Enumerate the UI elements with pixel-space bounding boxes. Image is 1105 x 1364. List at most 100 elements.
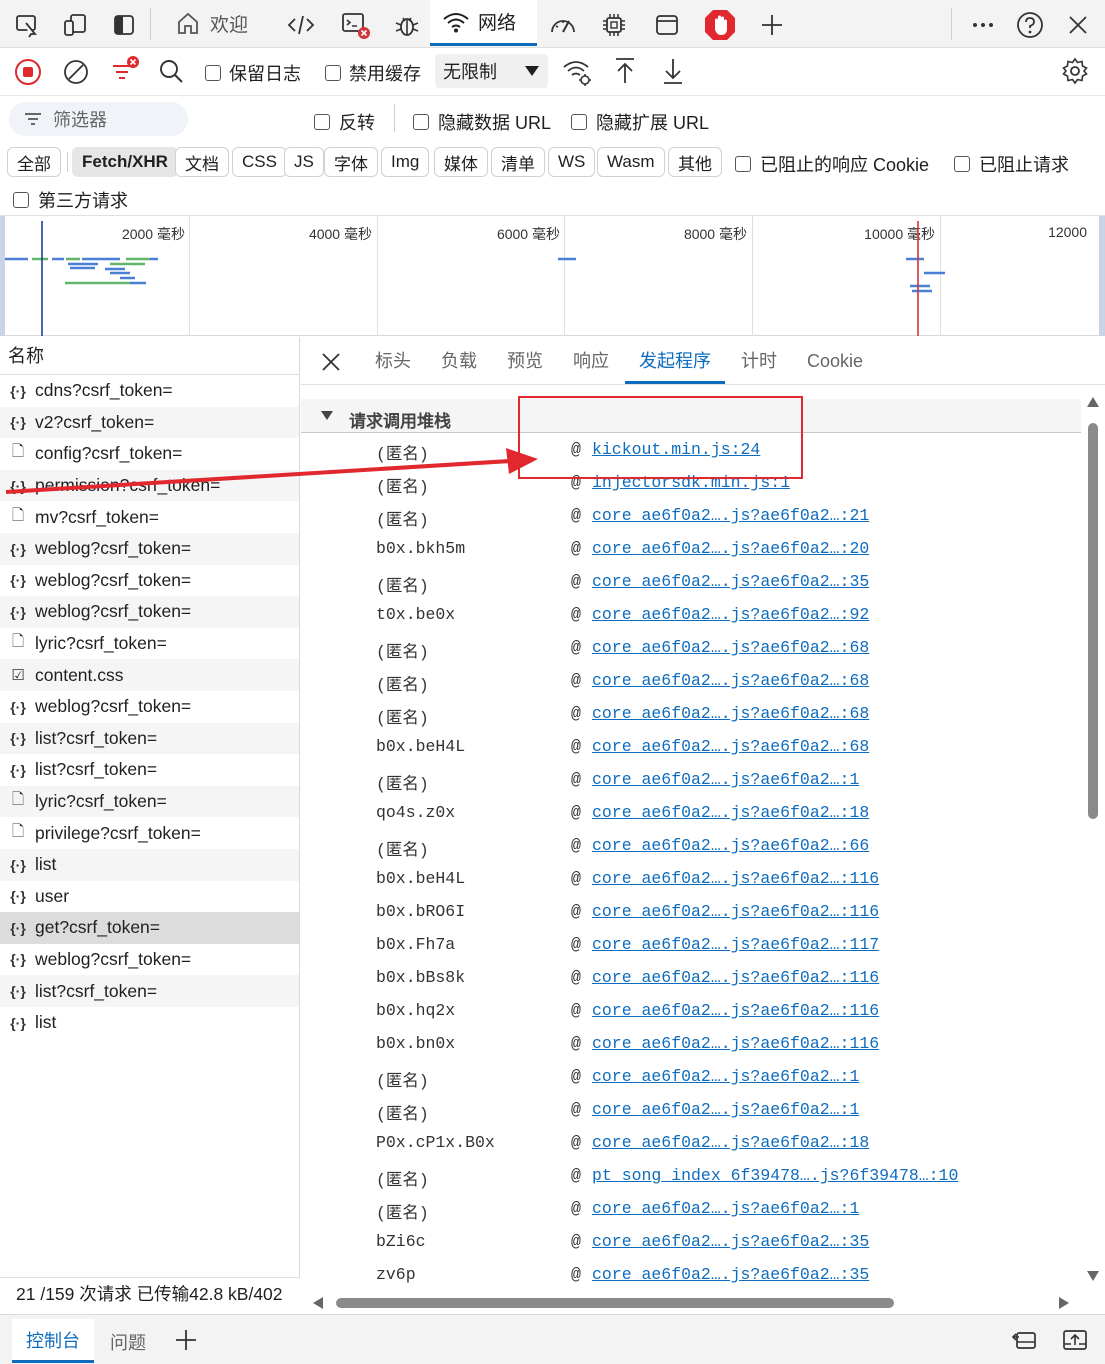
request-row[interactable]: {·} weblog?csrf_token= xyxy=(0,944,299,976)
request-row[interactable]: {·} cdns?csrf_token= xyxy=(0,375,299,407)
type-filter-other[interactable]: 其他 xyxy=(668,147,722,177)
third-party-checkbox[interactable]: 第三方请求 xyxy=(13,187,128,213)
tab-timing[interactable]: 计时 xyxy=(741,337,777,384)
type-filter-img[interactable]: Img xyxy=(381,147,430,177)
request-row[interactable]: 🗋 mv?csrf_token= xyxy=(0,501,299,533)
request-row[interactable]: {·} weblog?csrf_token= xyxy=(0,565,299,597)
call-stack-section-header[interactable]: 请求调用堆栈 xyxy=(301,399,1081,433)
frame-source-link[interactable]: core_ae6f0a2….js?ae6f0a2…:116 xyxy=(592,902,879,921)
network-settings-gear-icon[interactable] xyxy=(1060,56,1090,86)
request-row[interactable]: 🗋 lyric?csrf_token= xyxy=(0,628,299,660)
close-detail-icon[interactable] xyxy=(320,351,342,373)
hide-ext-url-checkbox[interactable]: 隐藏扩展 URL xyxy=(571,109,709,135)
type-filter-css[interactable]: CSS xyxy=(232,147,287,177)
invert-checkbox[interactable]: 反转 xyxy=(314,109,375,135)
disable-cache-checkbox[interactable]: 禁用缓存 xyxy=(325,60,421,86)
request-row[interactable]: 🗋 config?csrf_token= xyxy=(0,438,299,470)
request-row[interactable]: {·} list xyxy=(0,1007,299,1039)
frame-source-link[interactable]: core_ae6f0a2….js?ae6f0a2…:68 xyxy=(592,704,869,723)
memory-icon[interactable] xyxy=(597,8,631,42)
frame-source-link[interactable]: core_ae6f0a2….js?ae6f0a2…:92 xyxy=(592,605,869,624)
scroll-down-arrow-icon[interactable] xyxy=(1087,1271,1099,1281)
clear-log-icon[interactable] xyxy=(61,57,91,87)
frame-source-link[interactable]: core_ae6f0a2….js?ae6f0a2…:1 xyxy=(592,1067,859,1086)
hide-ext-url-box[interactable] xyxy=(571,114,587,130)
hide-data-url-box[interactable] xyxy=(413,114,429,130)
record-stop-icon[interactable] xyxy=(13,57,43,87)
type-filter-ws[interactable]: WS xyxy=(548,147,596,177)
frame-source-link[interactable]: core_ae6f0a2….js?ae6f0a2…:1 xyxy=(592,1100,859,1119)
close-devtools-icon[interactable] xyxy=(1061,8,1095,42)
name-column-header[interactable]: 名称 xyxy=(0,337,299,375)
request-row[interactable]: {·} list?csrf_token= xyxy=(0,975,299,1007)
import-har-icon[interactable] xyxy=(611,56,639,86)
frame-source-link[interactable]: core_ae6f0a2….js?ae6f0a2…:35 xyxy=(592,572,869,591)
scroll-up-arrow-icon[interactable] xyxy=(1087,397,1099,407)
preserve-log-box[interactable] xyxy=(205,65,221,81)
adblock-hand-icon[interactable] xyxy=(703,8,737,42)
request-row[interactable]: {·} get?csrf_token= xyxy=(0,912,299,944)
tab-headers[interactable]: 标头 xyxy=(375,337,411,384)
request-row[interactable]: {·} list?csrf_token= xyxy=(0,754,299,786)
request-row[interactable]: {·} user xyxy=(0,881,299,913)
frame-source-link[interactable]: injectorsdk.min.js:1 xyxy=(592,473,790,492)
blocked-cookies-box[interactable] xyxy=(735,156,751,172)
blocked-requests-box[interactable] xyxy=(954,156,970,172)
application-icon[interactable] xyxy=(650,8,684,42)
expand-drawer-icon[interactable] xyxy=(1061,1327,1089,1353)
third-party-box[interactable] xyxy=(13,192,29,208)
hide-data-url-checkbox[interactable]: 隐藏数据 URL xyxy=(413,109,551,135)
throttling-select[interactable]: 无限制 xyxy=(435,54,548,88)
filter-toggle-icon[interactable] xyxy=(107,54,141,88)
tab-welcome[interactable]: 欢迎 xyxy=(168,0,254,46)
frame-source-link[interactable]: core_ae6f0a2….js?ae6f0a2…:1 xyxy=(592,1199,859,1218)
disable-cache-box[interactable] xyxy=(325,65,341,81)
request-row[interactable]: {·} list?csrf_token= xyxy=(0,722,299,755)
sources-bug-icon[interactable] xyxy=(390,8,424,42)
preserve-log-checkbox[interactable]: 保留日志 xyxy=(205,60,301,86)
filter-input[interactable]: 筛选器 xyxy=(9,102,188,136)
horizontal-scroll-thumb[interactable] xyxy=(336,1298,894,1308)
inspect-element-icon[interactable] xyxy=(10,8,44,42)
frame-source-link[interactable]: core_ae6f0a2….js?ae6f0a2…:35 xyxy=(592,1265,869,1284)
performance-icon[interactable] xyxy=(546,8,580,42)
frame-source-link[interactable]: core_ae6f0a2….js?ae6f0a2…:68 xyxy=(592,737,869,756)
tab-payload[interactable]: 负载 xyxy=(441,337,477,384)
add-tool-icon[interactable] xyxy=(755,8,789,42)
request-row[interactable]: 🗋 privilege?csrf_token= xyxy=(0,817,299,849)
request-row[interactable]: {·} weblog?csrf_token= xyxy=(0,532,299,565)
drawer-add-tab-icon[interactable] xyxy=(174,1328,198,1352)
frame-source-link[interactable]: pt_song_index_6f39478….js?6f39478…:10 xyxy=(592,1166,958,1185)
scroll-right-arrow-icon[interactable] xyxy=(1059,1297,1069,1309)
type-filter-fetch-xhr[interactable]: Fetch/XHR xyxy=(72,147,178,177)
request-row[interactable]: 🗋 lyric?csrf_token= xyxy=(0,785,299,818)
tab-preview[interactable]: 预览 xyxy=(507,337,543,384)
drawer-tab-console[interactable]: 控制台 xyxy=(12,1319,94,1363)
request-row[interactable]: ☑ content.css xyxy=(0,659,299,691)
dock-drawer-icon[interactable] xyxy=(1011,1327,1039,1353)
type-filter-media[interactable]: 媒体 xyxy=(434,147,488,177)
vertical-scrollbar[interactable] xyxy=(1081,395,1105,1315)
console-icon[interactable] xyxy=(338,8,372,42)
tab-response[interactable]: 响应 xyxy=(573,337,609,384)
blocked-cookies-checkbox[interactable]: 已阻止的响应 Cookie xyxy=(735,151,929,177)
network-overview[interactable]: 2000 毫秒 4000 毫秒 6000 毫秒 8000 毫秒 10000 毫秒… xyxy=(0,216,1105,336)
type-filter-wasm[interactable]: Wasm xyxy=(597,147,665,177)
type-filter-doc[interactable]: 文档 xyxy=(175,147,229,177)
tab-network[interactable]: 网络 xyxy=(430,0,537,46)
request-row[interactable]: {·} weblog?csrf_token= xyxy=(0,596,299,628)
help-icon[interactable] xyxy=(1013,8,1047,42)
tab-cookies[interactable]: Cookie xyxy=(807,337,863,384)
elements-icon[interactable] xyxy=(284,8,318,42)
frame-source-link[interactable]: core_ae6f0a2….js?ae6f0a2…:116 xyxy=(592,968,879,987)
frame-source-link[interactable]: core_ae6f0a2….js?ae6f0a2…:68 xyxy=(592,638,869,657)
type-filter-js[interactable]: JS xyxy=(284,147,324,177)
invert-box[interactable] xyxy=(314,114,330,130)
frame-source-link[interactable]: core_ae6f0a2….js?ae6f0a2…:18 xyxy=(592,1133,869,1152)
frame-source-link[interactable]: core_ae6f0a2….js?ae6f0a2…:20 xyxy=(592,539,869,558)
device-emulation-icon[interactable] xyxy=(58,8,92,42)
scroll-left-arrow-icon[interactable] xyxy=(313,1297,323,1309)
frame-source-link[interactable]: core_ae6f0a2….js?ae6f0a2…:116 xyxy=(592,869,879,888)
request-row[interactable]: {·} v2?csrf_token= xyxy=(0,406,299,439)
frame-source-link[interactable]: kickout.min.js:24 xyxy=(592,440,760,459)
